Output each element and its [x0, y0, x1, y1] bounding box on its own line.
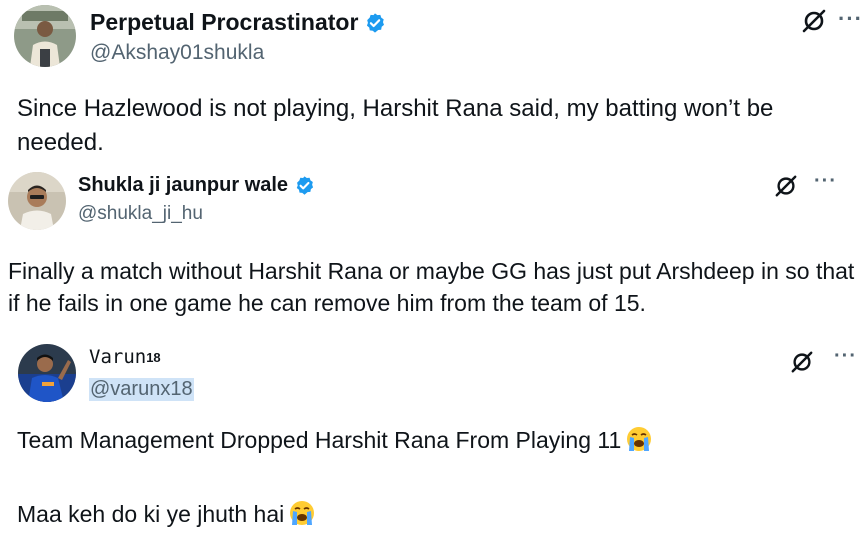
avatar[interactable] — [14, 5, 76, 67]
avatar[interactable] — [18, 344, 76, 402]
avatar[interactable] — [8, 172, 66, 230]
loudly-crying-face-icon — [625, 425, 653, 453]
tweet-line: Maa keh do ki ye jhuth hai — [17, 498, 847, 530]
author-name[interactable]: Varun — [89, 346, 146, 368]
tweet[interactable]: Perpetual Procrastinator @Akshay01shukla… — [0, 0, 864, 165]
name-superscript: 18 — [146, 349, 161, 365]
tweet-line: Team Management Dropped Harshit Rana Fro… — [17, 424, 847, 456]
more-options-icon[interactable]: ··· — [814, 170, 837, 193]
verified-badge-icon — [294, 175, 315, 196]
tweet-text: Finally a match without Harshit Rana or … — [8, 258, 855, 316]
author-name[interactable]: Perpetual Procrastinator — [90, 9, 358, 36]
tweet-text: Since Hazlewood is not playing, Harshit … — [17, 95, 774, 156]
tweet[interactable]: Shukla ji jaunpur wale @shukla_ji_hu ···… — [0, 168, 864, 338]
verified-badge-icon — [364, 12, 386, 34]
grok-icon[interactable] — [801, 8, 827, 34]
loudly-crying-face-icon — [288, 499, 316, 527]
more-options-icon[interactable]: ··· — [838, 6, 863, 32]
tweet[interactable]: Varun 18 @varunx18 ··· Team Management Dr… — [0, 340, 864, 540]
grok-icon[interactable] — [774, 174, 798, 198]
author-name[interactable]: Shukla ji jaunpur wale — [78, 174, 288, 197]
tweet-text: Team Management Dropped Harshit Rana Fro… — [17, 424, 847, 530]
grok-icon[interactable] — [790, 350, 814, 374]
author-handle[interactable]: @Akshay01shukla — [90, 41, 264, 65]
more-options-icon[interactable]: ··· — [834, 345, 857, 368]
author-handle[interactable]: @varunx18 — [89, 378, 194, 401]
author-handle[interactable]: @shukla_ji_hu — [78, 203, 203, 225]
